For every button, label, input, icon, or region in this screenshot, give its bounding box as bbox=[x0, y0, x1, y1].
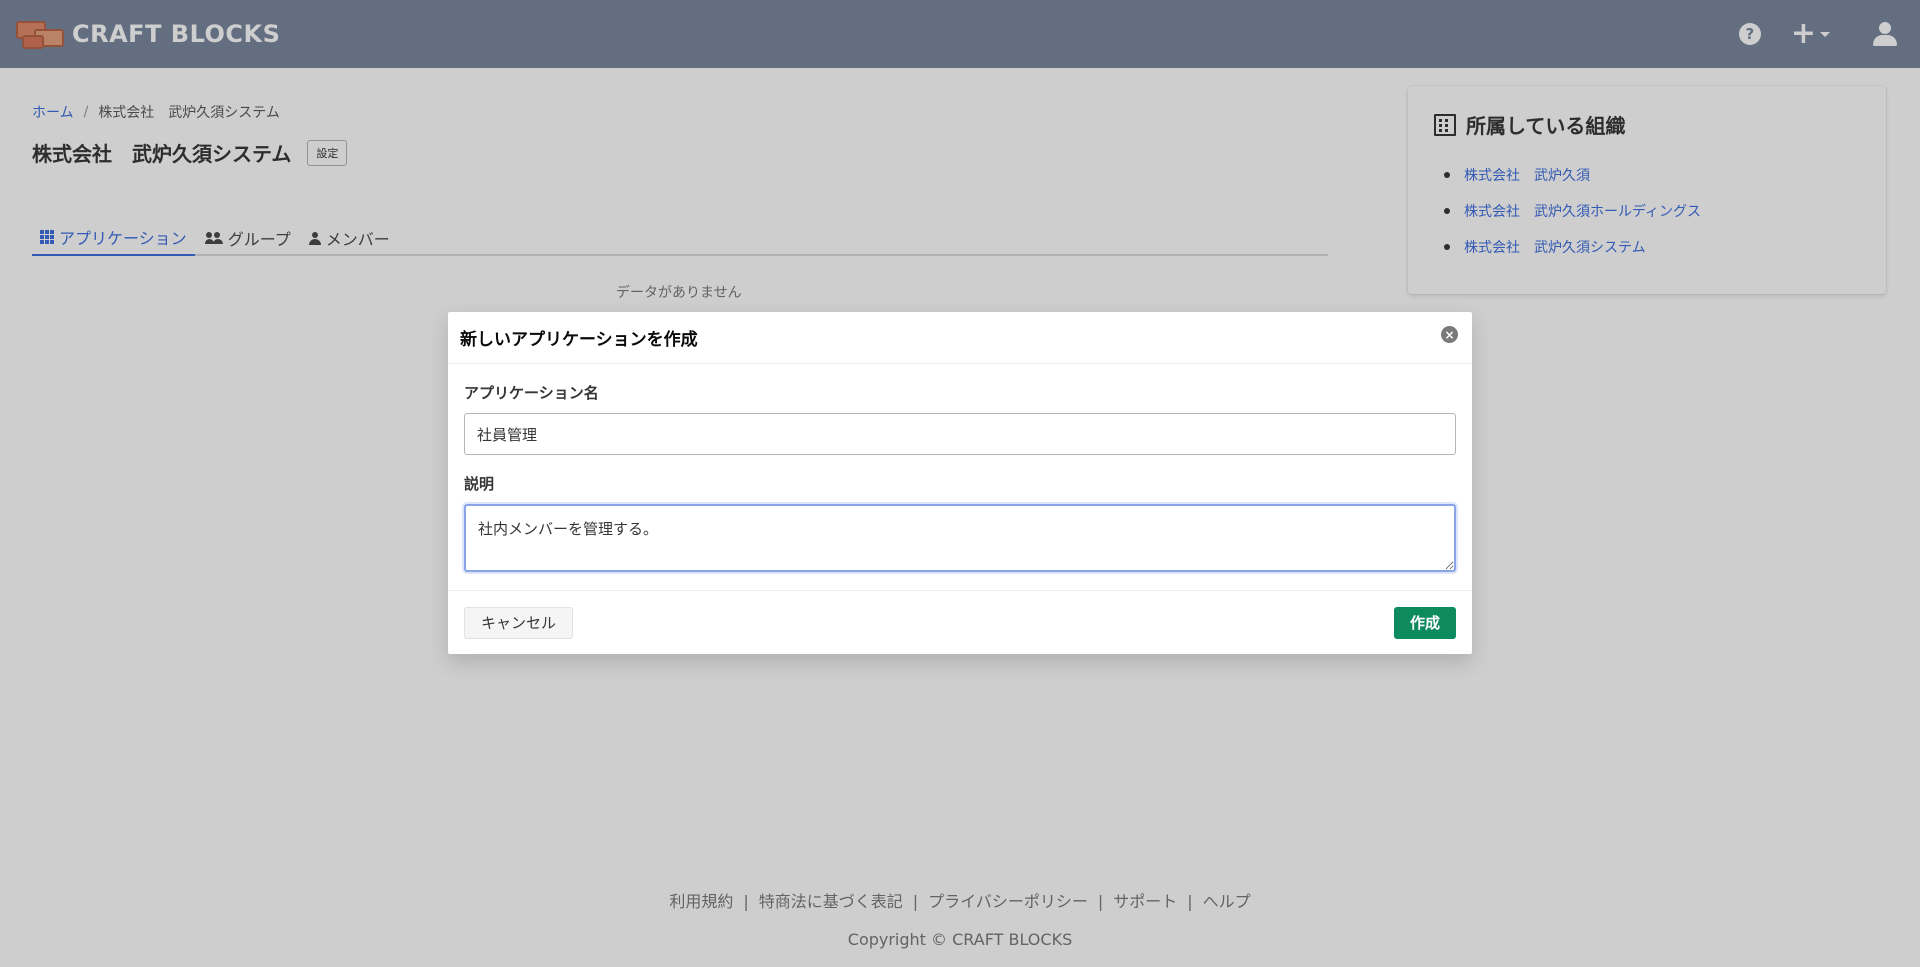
create-button[interactable]: 作成 bbox=[1393, 606, 1456, 639]
modal-body: アプリケーション名 説明 社内メンバーを管理する。 bbox=[448, 364, 1472, 576]
application-name-label: アプリケーション名 bbox=[464, 384, 599, 402]
description-label: 説明 bbox=[464, 475, 495, 493]
cancel-button[interactable]: キャンセル bbox=[464, 606, 574, 639]
modal-title: 新しいアプリケーションを作成 bbox=[460, 330, 698, 350]
modal-footer: キャンセル 作成 bbox=[448, 590, 1472, 654]
close-icon[interactable]: × bbox=[1441, 326, 1458, 343]
modal-header: 新しいアプリケーションを作成 × bbox=[448, 312, 1472, 364]
description-textarea[interactable]: 社内メンバーを管理する。 bbox=[464, 504, 1456, 572]
application-name-input[interactable] bbox=[464, 413, 1456, 455]
create-application-modal: 新しいアプリケーションを作成 × アプリケーション名 説明 社内メンバーを管理す… bbox=[448, 312, 1472, 654]
